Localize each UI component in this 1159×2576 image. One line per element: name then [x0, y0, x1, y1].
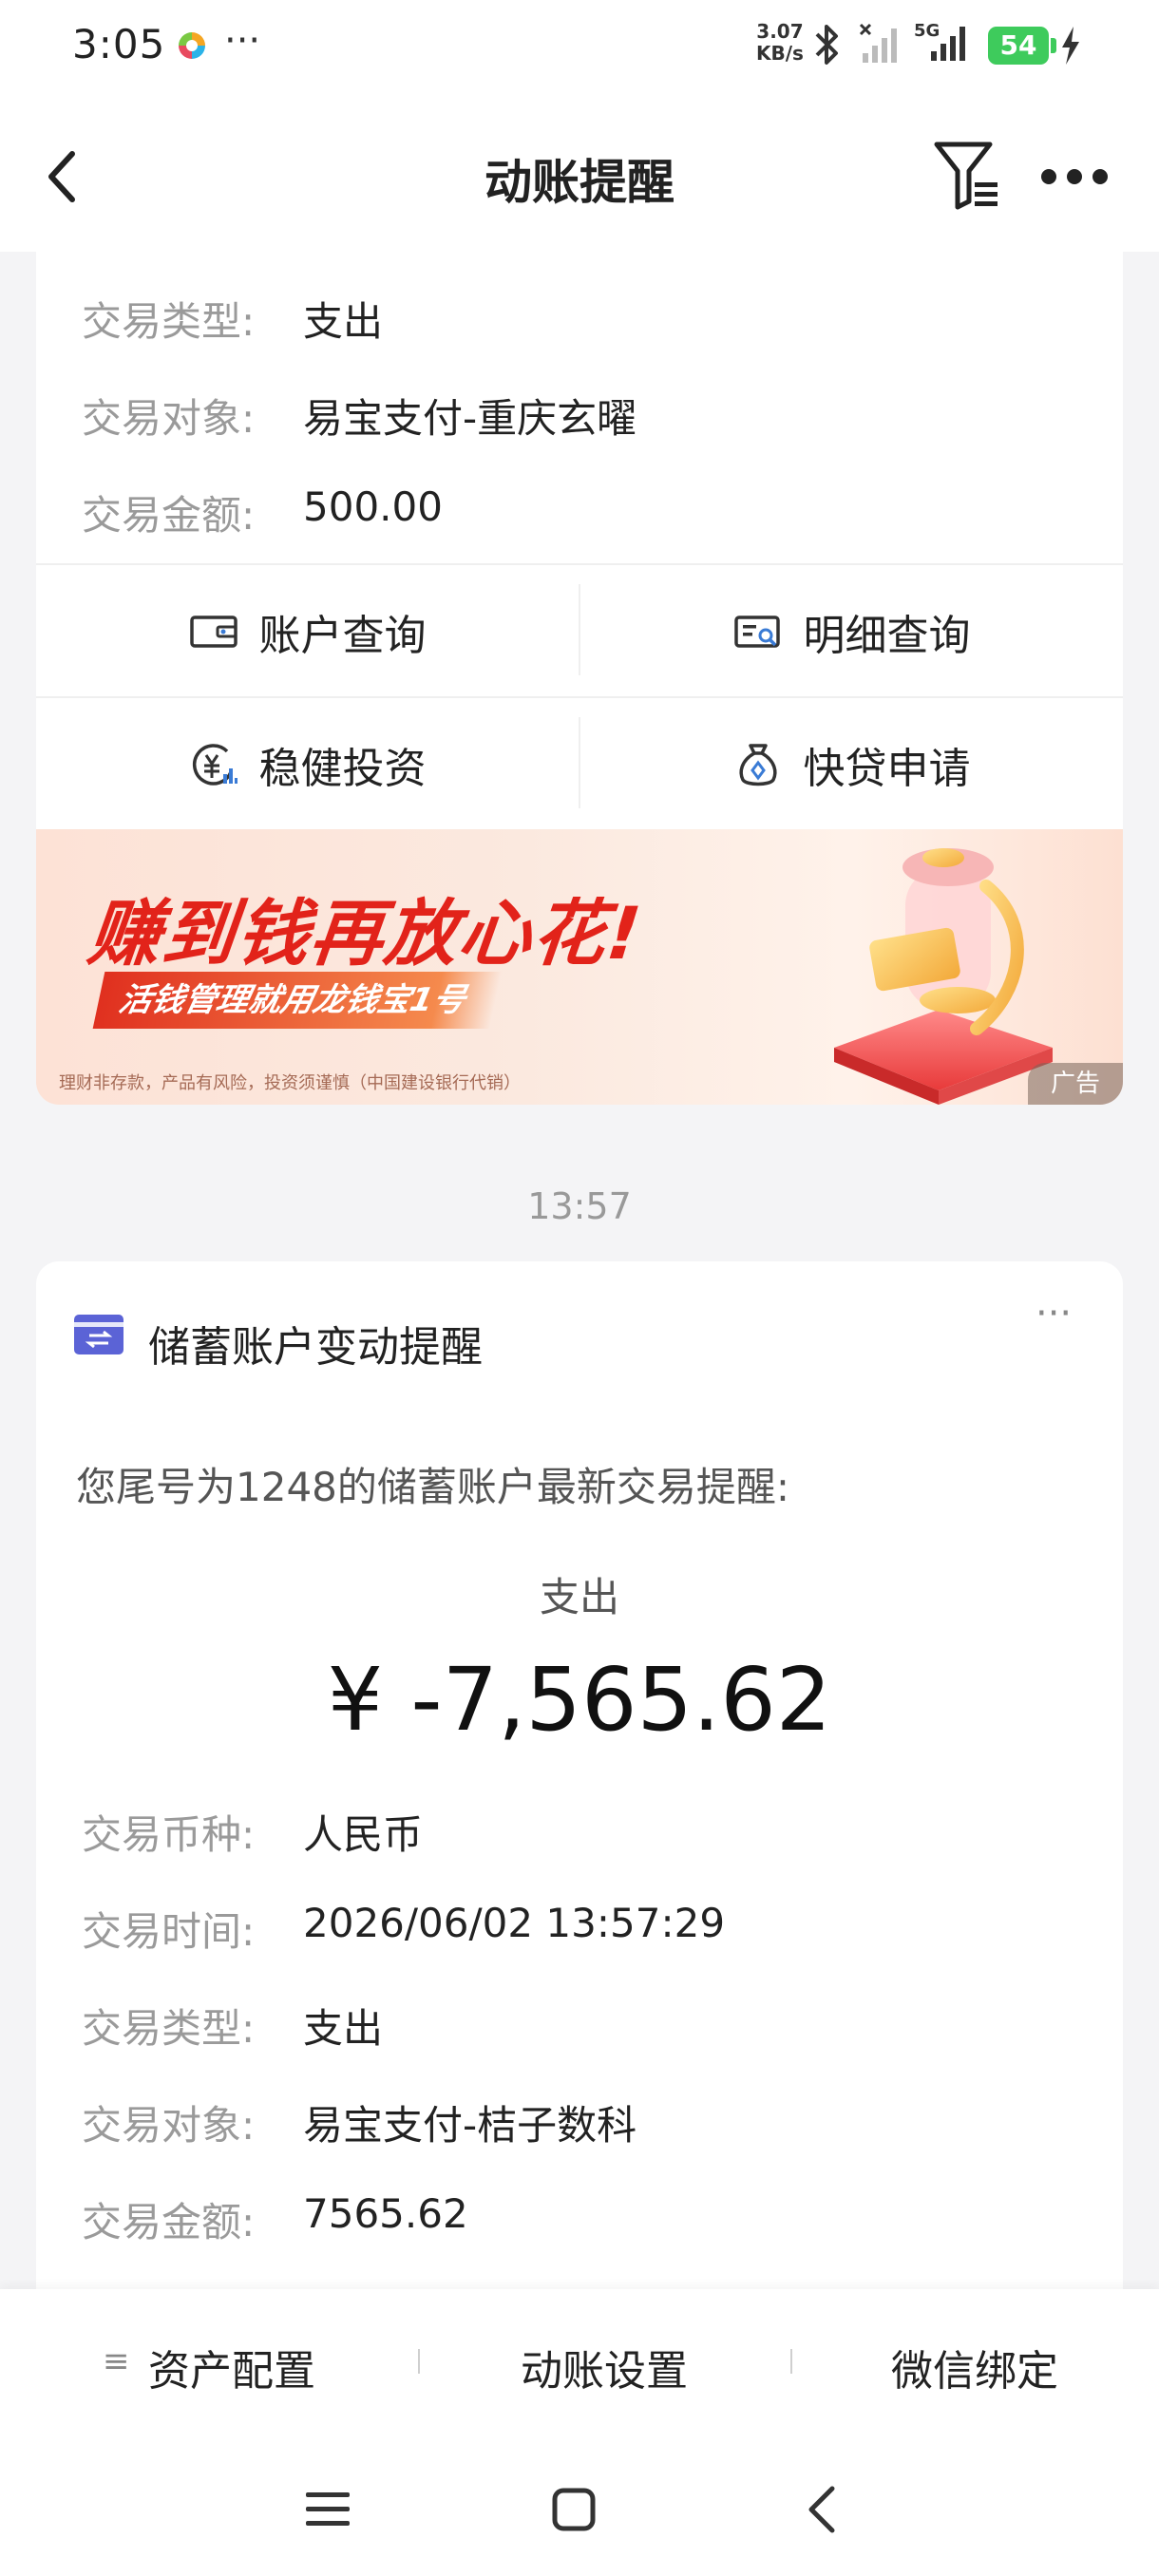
account-change-alert-card[interactable]: 储蓄账户变动提醒 ··· 您尾号为1248的储蓄账户最新交易提醒: 支出 ¥ -…: [36, 1261, 1123, 2289]
more-options-button[interactable]: [1039, 165, 1110, 192]
tx-type-value: 支出: [303, 298, 384, 345]
tx-counterparty-value: 易宝支付-桔子数科: [303, 2102, 637, 2149]
signal-2-icon: 5G: [914, 21, 973, 68]
nav-back-button[interactable]: [804, 2485, 842, 2538]
quick-loan-label: 快贷申请: [803, 745, 971, 793]
quick-loan-button[interactable]: 快贷申请: [580, 698, 1123, 831]
detail-inquiry-button[interactable]: 明细查询: [580, 565, 1123, 698]
battery-indicator: 54: [988, 27, 1056, 65]
asset-allocation-menu[interactable]: 资产配置: [148, 2337, 315, 2397]
status-bar: 3:05 ··· 3.07 KB/s 5G 54: [0, 0, 1159, 95]
network-speed-value: 3.07: [756, 20, 804, 43]
tx-amount-large: ¥ -7,565.62: [327, 1649, 832, 1751]
tx-amount-label: 交易金额:: [82, 492, 256, 539]
account-change-settings-menu[interactable]: 动账设置: [521, 2337, 688, 2397]
bluetooth-icon: [809, 23, 844, 70]
tx-type-label: 交易类型:: [82, 298, 256, 345]
tx-amount-label: 交易金额:: [82, 2199, 256, 2245]
tx-amount-value: 500.00: [303, 483, 443, 530]
tx-counterparty-label: 交易对象:: [82, 395, 256, 442]
wallet-icon: [189, 616, 238, 648]
nav-home-button[interactable]: [551, 2487, 597, 2536]
card-more-button[interactable]: ···: [1036, 1292, 1072, 1335]
tx-counterparty-label: 交易对象:: [82, 2102, 256, 2149]
loan-bag-icon: [738, 744, 777, 786]
account-inquiry-button[interactable]: 账户查询: [36, 565, 579, 698]
bottom-menu-bar: ≡ 资产配置 动账设置 微信绑定: [0, 2289, 1159, 2576]
tx-counterparty-value: 易宝支付-重庆玄曜: [303, 395, 637, 442]
network-speed-unit: KB/s: [756, 42, 804, 65]
signal-1-icon: [859, 23, 904, 68]
tx-direction-heading: 支出: [539, 1574, 619, 1620]
promo-banner[interactable]: 赚到钱再放心花! 活钱管理就用龙钱宝1号 理财非存款，产品有风险，投资须谨慎（中…: [36, 829, 1123, 1105]
banner-disclaimer: 理财非存款，产品有风险，投资须谨慎（中国建设银行代销）: [59, 1073, 521, 1093]
divider: [790, 2349, 792, 2374]
menu-icon: ≡: [103, 2342, 130, 2380]
yuan-chart-icon: [192, 744, 238, 786]
filter-button[interactable]: [931, 139, 1003, 218]
network-speed: 3.07 KB/s: [756, 21, 804, 65]
ad-badge: 广告: [1028, 1063, 1123, 1105]
steady-investment-button[interactable]: 稳健投资: [36, 698, 579, 831]
banner-subtitle: 活钱管理就用龙钱宝1号: [92, 972, 503, 1029]
message-time: 13:57: [527, 1185, 632, 1227]
tx-type-value: 支出: [303, 2005, 384, 2052]
wechat-binding-menu[interactable]: 微信绑定: [891, 2337, 1058, 2397]
currency-value: 人民币: [303, 1811, 424, 1858]
tx-amount-value: 7565.62: [303, 2190, 468, 2237]
tx-type-label: 交易类型:: [82, 2005, 256, 2052]
steady-investment-label: 稳健投资: [258, 745, 427, 793]
detail-search-icon: [733, 616, 780, 648]
more-notifications-icon: ···: [224, 19, 261, 63]
nav-recents-button[interactable]: [304, 2489, 352, 2534]
tx-time-label: 交易时间:: [82, 1908, 256, 1955]
account-inquiry-label: 账户查询: [258, 612, 427, 660]
currency-label: 交易币种:: [82, 1811, 256, 1858]
previous-transaction-card: 交易类型: 支出 交易对象: 易宝支付-重庆玄曜 交易金额: 500.00 账户…: [36, 252, 1123, 829]
header: 动账提醒: [0, 95, 1159, 252]
divider: [418, 2349, 420, 2374]
status-time: 3:05: [72, 21, 166, 67]
tx-time-value: 2026/06/02 13:57:29: [303, 1900, 726, 1946]
app-notification-icon: [175, 28, 209, 66]
detail-inquiry-label: 明细查询: [803, 612, 971, 660]
alert-message: 您尾号为1248的储蓄账户最新交易提醒:: [76, 1464, 790, 1510]
network-type: 5G: [914, 21, 940, 41]
banner-title: 赚到钱再放心花!: [84, 891, 647, 975]
charging-icon: [1058, 25, 1083, 70]
savings-card-icon: [74, 1315, 124, 1358]
alert-card-title: 储蓄账户变动提醒: [148, 1323, 483, 1372]
